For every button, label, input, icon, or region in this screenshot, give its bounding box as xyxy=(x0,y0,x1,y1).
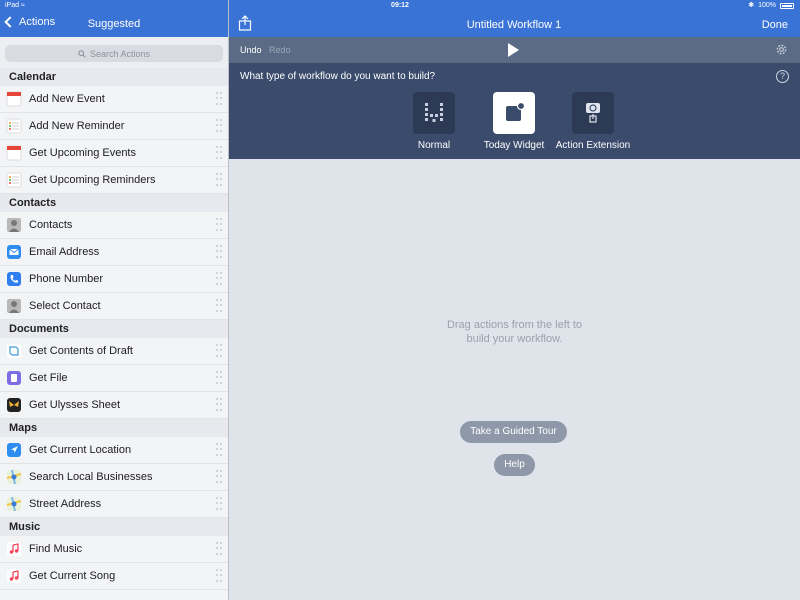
contacts-icon xyxy=(6,298,22,314)
reminders-icon xyxy=(6,172,22,188)
maps-icon xyxy=(6,469,22,485)
section-calendar: Calendar xyxy=(0,68,228,86)
action-get-file[interactable]: Get File xyxy=(0,365,228,392)
maps-icon xyxy=(6,496,22,512)
drag-handle-icon[interactable] xyxy=(216,146,222,160)
today-widget-icon xyxy=(506,101,526,121)
music-note-icon xyxy=(6,568,22,584)
action-search-local-businesses[interactable]: Search Local Businesses xyxy=(0,464,228,491)
drag-handle-icon[interactable] xyxy=(216,119,222,133)
done-button[interactable]: Done xyxy=(762,19,788,31)
type-today-widget-label: Today Widget xyxy=(483,140,545,151)
actions-panel: Search Actions Calendar Add New Event Ad… xyxy=(0,37,228,600)
drag-handle-icon[interactable] xyxy=(216,245,222,259)
normal-workflow-icon xyxy=(425,103,443,122)
action-get-upcoming-reminders[interactable]: Get Upcoming Reminders xyxy=(0,167,228,194)
action-street-address[interactable]: Street Address xyxy=(0,491,228,518)
phone-icon xyxy=(6,271,22,287)
drag-handle-icon[interactable] xyxy=(216,218,222,232)
type-normal-label: Normal xyxy=(417,140,451,151)
drag-handle-icon[interactable] xyxy=(216,371,222,385)
workflow-type-chooser: What type of workflow do you want to bui… xyxy=(229,63,800,159)
redo-button[interactable]: Redo xyxy=(269,45,291,55)
empty-workflow-hint: Drag actions from the left to build your… xyxy=(446,319,583,345)
action-get-current-song[interactable]: Get Current Song xyxy=(0,563,228,590)
drag-handle-icon[interactable] xyxy=(216,173,222,187)
search-placeholder: Search Actions xyxy=(89,48,151,59)
contacts-icon xyxy=(6,217,22,233)
calendar-icon xyxy=(6,145,22,161)
split-divider xyxy=(228,0,229,600)
section-maps: Maps xyxy=(0,419,228,437)
battery-icon xyxy=(780,3,794,9)
workflow-canvas[interactable]: Drag actions from the left to build your… xyxy=(229,159,800,600)
action-contacts[interactable]: Contacts xyxy=(0,212,228,239)
reminders-icon xyxy=(6,118,22,134)
bluetooth-icon: ✱ xyxy=(748,2,755,9)
drag-handle-icon[interactable] xyxy=(216,497,222,511)
action-get-upcoming-events[interactable]: Get Upcoming Events xyxy=(0,140,228,167)
help-icon[interactable]: ? xyxy=(776,70,789,83)
action-phone-number[interactable]: Phone Number xyxy=(0,266,228,293)
section-documents: Documents xyxy=(0,320,228,338)
file-icon xyxy=(6,370,22,386)
type-action-extension[interactable]: Action Extension xyxy=(553,92,633,151)
drag-handle-icon[interactable] xyxy=(216,272,222,286)
drag-handle-icon[interactable] xyxy=(216,92,222,106)
search-icon xyxy=(78,49,86,58)
search-input[interactable]: Search Actions xyxy=(5,45,223,62)
action-get-ulysses-sheet[interactable]: Get Ulysses Sheet xyxy=(0,392,228,419)
battery-percent: 100% xyxy=(758,2,776,9)
drag-handle-icon[interactable] xyxy=(216,542,222,556)
action-select-contact[interactable]: Select Contact xyxy=(0,293,228,320)
drag-handle-icon[interactable] xyxy=(216,470,222,484)
actions-nav: Actions Suggested xyxy=(0,12,228,37)
drag-handle-icon[interactable] xyxy=(216,344,222,358)
workflow-title: Untitled Workflow 1 xyxy=(466,19,562,31)
location-icon xyxy=(6,442,22,458)
drag-handle-icon[interactable] xyxy=(216,398,222,412)
type-today-widget[interactable]: Today Widget xyxy=(474,92,554,151)
play-icon[interactable] xyxy=(508,43,519,57)
mail-icon xyxy=(6,244,22,260)
suggested-title: Suggested xyxy=(87,18,141,30)
action-get-contents-of-draft[interactable]: Get Contents of Draft xyxy=(0,338,228,365)
section-music: Music xyxy=(0,518,228,536)
ulysses-icon xyxy=(6,397,22,413)
help-button[interactable]: Help xyxy=(494,454,535,476)
editor-toolbar: Undo Redo xyxy=(229,37,800,63)
action-add-new-event[interactable]: Add New Event xyxy=(0,86,228,113)
calendar-icon xyxy=(6,91,22,107)
workflow-type-question: What type of workflow do you want to bui… xyxy=(240,71,436,82)
gear-icon[interactable] xyxy=(775,43,788,56)
action-add-new-reminder[interactable]: Add New Reminder xyxy=(0,113,228,140)
top-bar: iPad ≈ 09:12 ✱ 100% Actions Suggested Un… xyxy=(0,0,800,37)
music-note-icon xyxy=(6,541,22,557)
drag-handle-icon[interactable] xyxy=(216,299,222,313)
undo-button[interactable]: Undo xyxy=(240,45,262,55)
section-contacts: Contacts xyxy=(0,194,228,212)
action-find-music[interactable]: Find Music xyxy=(0,536,228,563)
action-email-address[interactable]: Email Address xyxy=(0,239,228,266)
type-action-extension-label: Action Extension xyxy=(555,140,631,151)
action-get-current-location[interactable]: Get Current Location xyxy=(0,437,228,464)
drafts-icon xyxy=(6,343,22,359)
action-extension-icon xyxy=(586,103,600,123)
guided-tour-button[interactable]: Take a Guided Tour xyxy=(460,421,567,443)
status-time: 09:12 xyxy=(391,2,409,9)
drag-handle-icon[interactable] xyxy=(216,443,222,457)
status-bar: iPad ≈ 09:12 ✱ 100% xyxy=(0,0,800,12)
type-normal[interactable]: Normal xyxy=(394,92,474,151)
drag-handle-icon[interactable] xyxy=(216,569,222,583)
